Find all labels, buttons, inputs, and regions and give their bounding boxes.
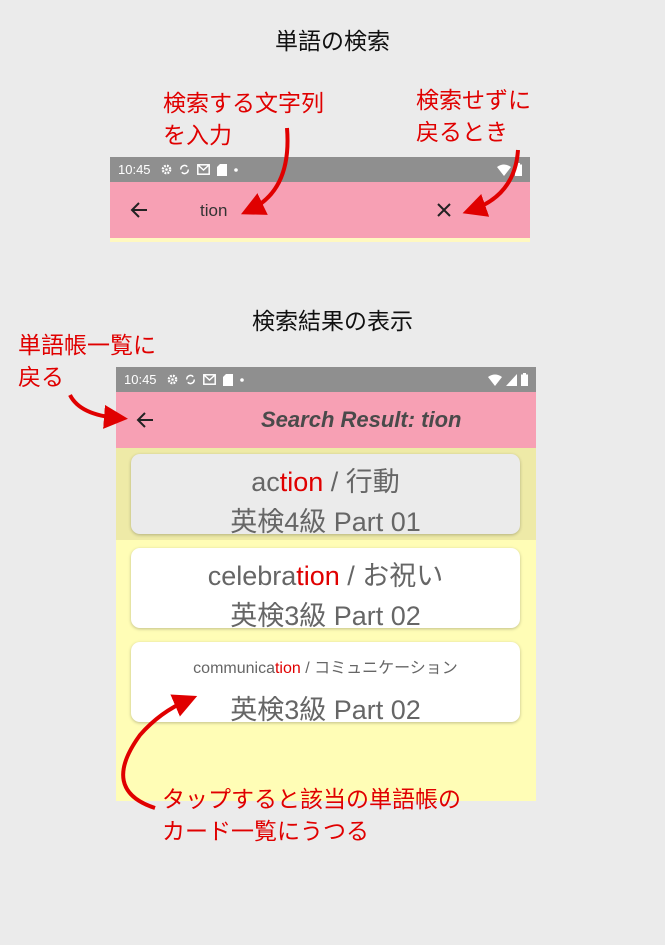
arrow-to-back-icon <box>68 393 128 429</box>
annotation-arrows <box>68 127 520 810</box>
arrow-to-result-card <box>121 694 198 810</box>
arrow-to-close-icon <box>462 149 520 217</box>
arrow-to-search-input <box>240 127 290 215</box>
